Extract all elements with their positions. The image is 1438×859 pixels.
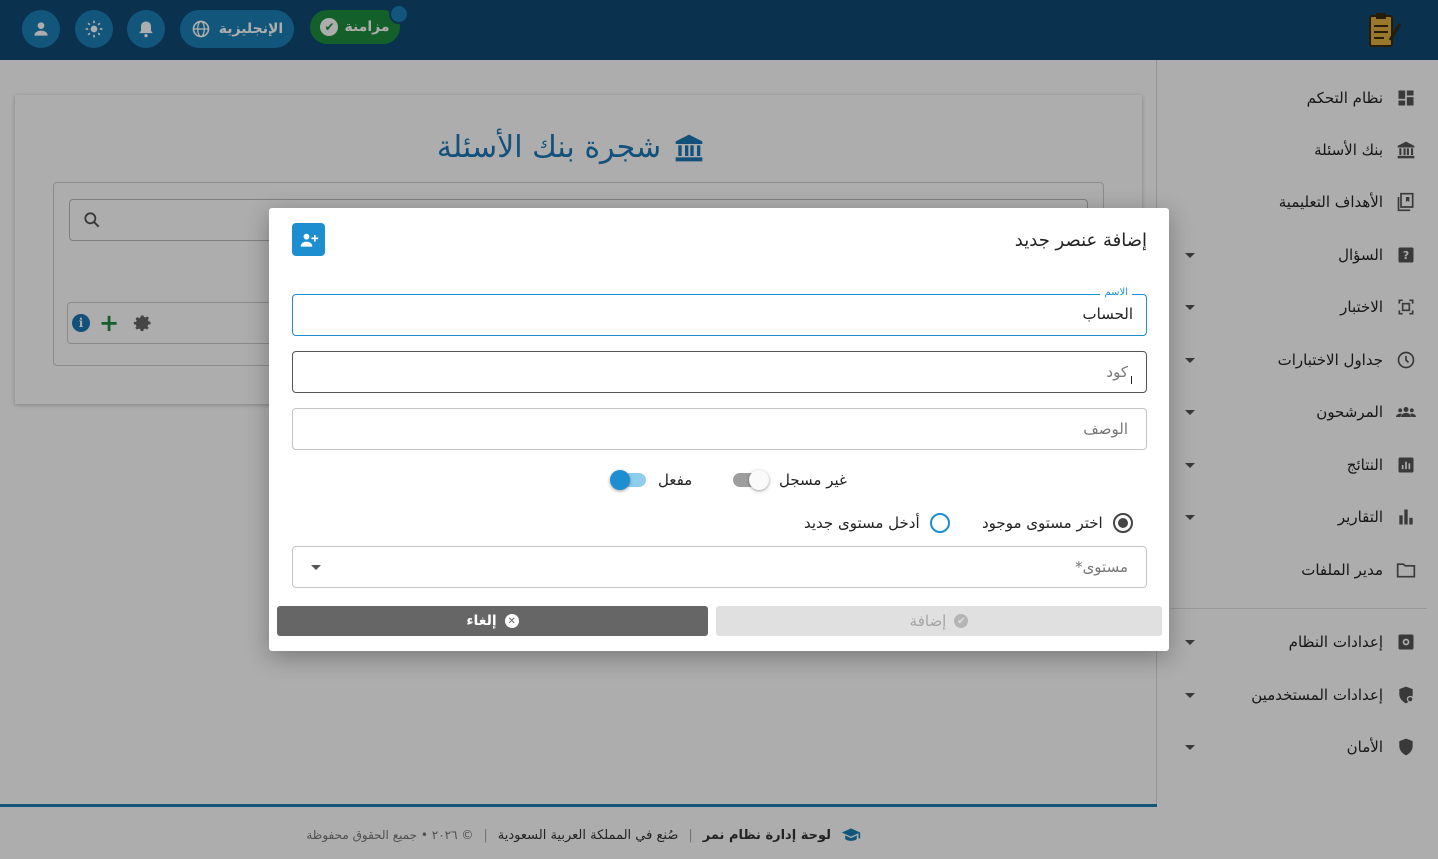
name-field-value: الحساب [1082, 305, 1134, 323]
check-circle-icon: ✔ [954, 614, 969, 628]
name-field[interactable]: الاسم الحساب [292, 287, 1147, 336]
toggle-knob [749, 470, 769, 490]
cancel-button-label: إلغاء [466, 613, 497, 629]
add-button[interactable]: ✔ إضافة [716, 606, 1162, 636]
level-select[interactable]: مستوى* [292, 546, 1147, 588]
radio-new-level-label: أدخل مستوى جديد [804, 514, 920, 532]
add-item-dialog: إضافة عنصر جديد الاسم الحساب كود الوصف غ… [269, 208, 1169, 651]
enabled-toggle[interactable] [610, 470, 646, 490]
code-field[interactable]: كود [292, 351, 1147, 393]
registered-toggle-label: غير مسجل [779, 471, 847, 489]
toggle-knob [610, 470, 630, 490]
registered-toggle-group[interactable]: غير مسجل [733, 470, 847, 490]
chevron-down-icon [311, 565, 321, 570]
radio-existing-level-label: اختر مستوى موجود [982, 514, 1103, 532]
name-field-label: الاسم [1100, 287, 1132, 298]
add-button-label: إضافة [909, 612, 947, 630]
radio-new-level[interactable]: أدخل مستوى جديد [804, 513, 950, 533]
add-user-icon [300, 233, 318, 247]
description-field[interactable]: الوصف [292, 408, 1147, 450]
code-field-placeholder: كود [1106, 363, 1128, 381]
text-cursor [1131, 376, 1132, 384]
radio-existing-level[interactable]: اختر مستوى موجود [982, 513, 1133, 533]
enabled-toggle-label: مفعل [658, 471, 693, 489]
registered-toggle[interactable] [733, 470, 769, 490]
level-select-placeholder: مستوى* [1075, 558, 1128, 576]
cancel-button[interactable]: ✕ إلغاء [277, 606, 708, 636]
add-user-badge [292, 223, 325, 256]
close-icon: ✕ [504, 614, 519, 628]
radio-new-level-button[interactable] [929, 513, 950, 533]
dialog-title: إضافة عنصر جديد [1014, 230, 1147, 251]
description-field-placeholder: الوصف [1083, 420, 1128, 438]
enabled-toggle-group[interactable]: مفعل [610, 470, 693, 490]
radio-existing-level-button[interactable] [1112, 513, 1133, 533]
